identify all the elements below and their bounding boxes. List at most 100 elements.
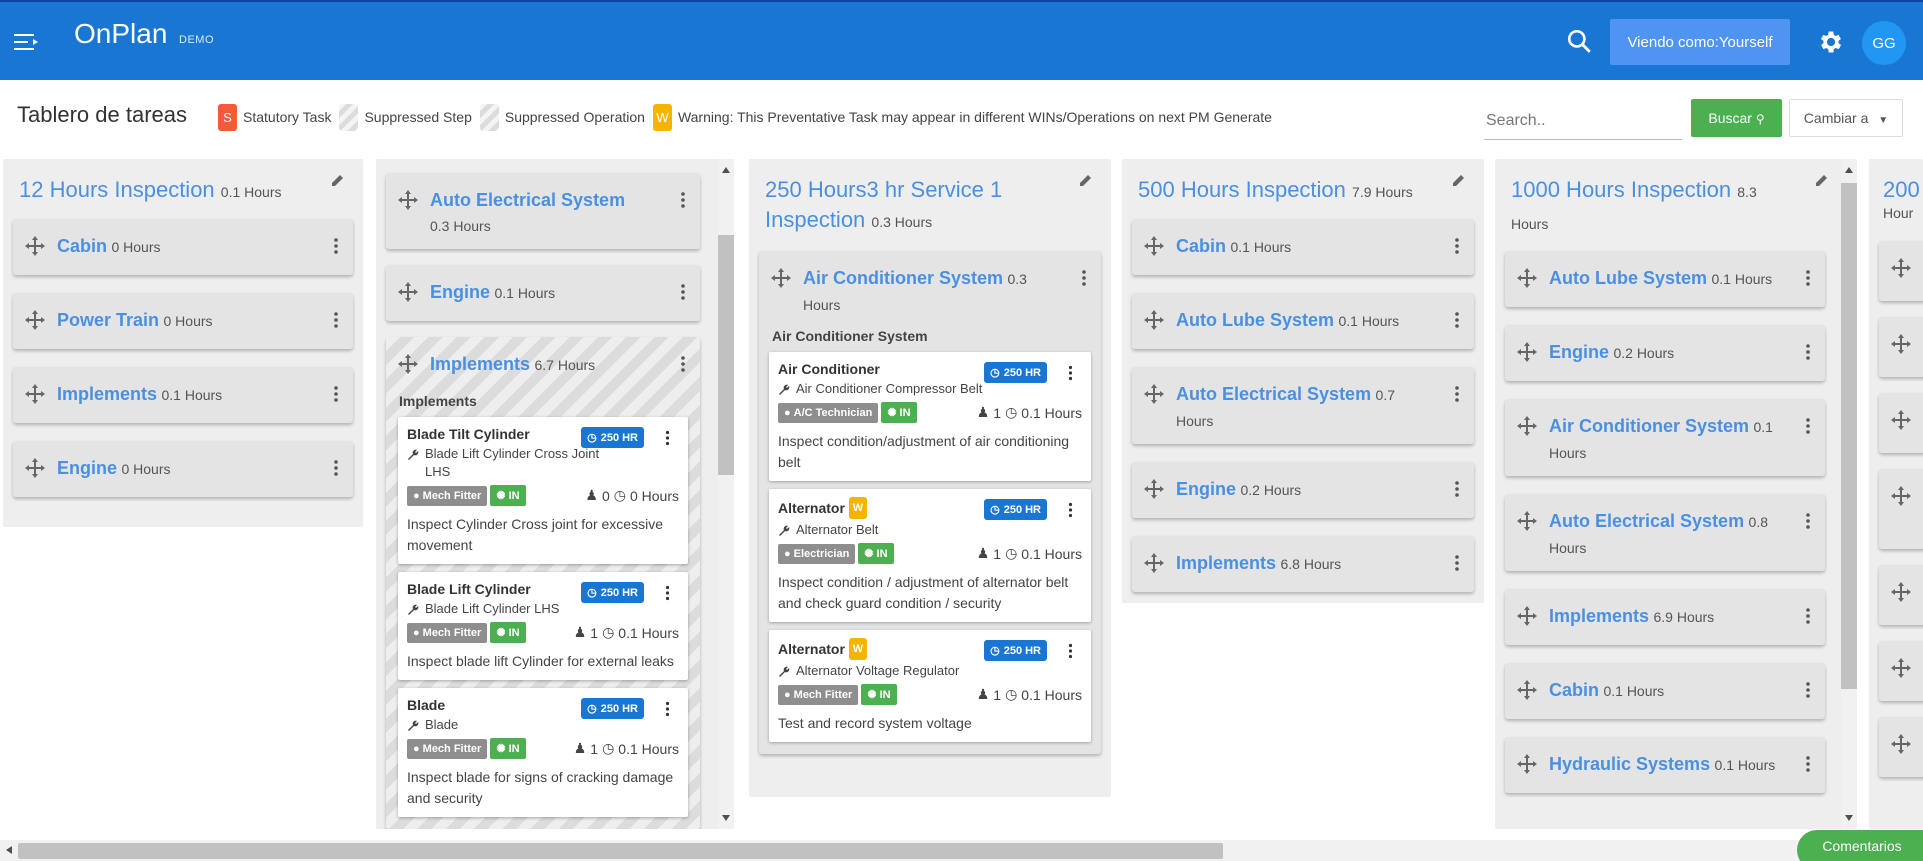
system-card[interactable]: Engine 0.2 Hours xyxy=(1505,325,1825,381)
scrollbar-thumb[interactable] xyxy=(18,843,1223,859)
task-meta: ● A/C Technician ✺ IN ♟ 1 ◷ 0.1 Hours xyxy=(778,402,1082,423)
system-card[interactable]: Auto Lube System 0.1 Hours xyxy=(1132,293,1474,349)
system-card[interactable] xyxy=(1879,317,1923,377)
move-icon[interactable] xyxy=(1890,257,1912,279)
more-vert-icon[interactable] xyxy=(1068,643,1073,659)
move-icon[interactable] xyxy=(1890,409,1912,431)
task-card[interactable]: Blade Tilt Cylinder ◷ 250 HR Blade Lift C… xyxy=(398,417,688,564)
pencil-icon[interactable] xyxy=(1079,173,1093,187)
move-icon[interactable] xyxy=(1890,485,1912,507)
column-title[interactable]: 250 Hours3 hr Service 1 Inspection 0.3 H… xyxy=(759,175,1101,237)
change-view-dropdown[interactable]: Cambiar a ▼ xyxy=(1789,99,1903,137)
more-vert-icon[interactable] xyxy=(665,430,670,446)
system-card[interactable]: Cabin 0.1 Hours xyxy=(1132,219,1474,275)
system-card[interactable]: Engine 0.1 Hours xyxy=(386,265,700,321)
system-card[interactable]: Auto Electrical System 0.3 Hours xyxy=(386,173,700,249)
more-vert-icon[interactable] xyxy=(680,355,686,373)
system-card[interactable]: Implements 6.8 Hours xyxy=(1132,536,1474,592)
system-card[interactable] xyxy=(1879,241,1923,301)
task-card[interactable]: Alternator W ◷ 250 HR Alternator Belt ● Ele… xyxy=(769,489,1091,622)
column-title[interactable]: 500 Hours Inspection 7.9 Hours xyxy=(1132,175,1474,207)
column-title[interactable]: 200 xyxy=(1883,175,1923,205)
column-scrollbar[interactable] xyxy=(1841,159,1857,829)
user-avatar[interactable]: GG xyxy=(1862,21,1906,65)
system-card[interactable]: Cabin 0.1 Hours xyxy=(1505,663,1825,719)
system-card[interactable]: Air Conditioner System 0.3 Hours Air Con… xyxy=(759,251,1101,754)
column-title[interactable]: 12 Hours Inspection 0.1 Hours xyxy=(13,175,353,207)
board-horizontal-scrollbar[interactable] xyxy=(0,840,1923,861)
in-badge: ✺ IN xyxy=(881,402,917,423)
system-card[interactable] xyxy=(1879,393,1923,453)
scroll-up-icon[interactable] xyxy=(721,165,731,175)
more-vert-icon[interactable] xyxy=(1454,311,1460,329)
system-card[interactable]: Engine 0 Hours xyxy=(13,441,353,497)
system-card[interactable] xyxy=(1879,641,1923,701)
more-vert-icon[interactable] xyxy=(1454,480,1460,498)
more-vert-icon[interactable] xyxy=(680,191,686,209)
system-card[interactable]: Auto Electrical System 0.8 Hours xyxy=(1505,494,1825,571)
more-vert-icon[interactable] xyxy=(1805,607,1811,625)
pencil-icon[interactable] xyxy=(331,173,345,187)
system-card[interactable]: Auto Lube System 0.1 Hours xyxy=(1505,251,1825,307)
menu-icon[interactable] xyxy=(14,32,40,52)
gear-icon[interactable] xyxy=(1817,28,1845,56)
system-card[interactable] xyxy=(1879,469,1923,549)
move-icon[interactable] xyxy=(1890,333,1912,355)
scroll-left-icon[interactable] xyxy=(4,845,14,855)
column-title[interactable]: 1000 Hours Inspection 8.3 Hours xyxy=(1505,175,1825,239)
scroll-up-icon[interactable] xyxy=(1844,165,1854,175)
move-icon[interactable] xyxy=(1890,581,1912,603)
pencil-icon[interactable] xyxy=(1815,173,1829,187)
more-vert-icon[interactable] xyxy=(1805,417,1811,435)
more-vert-icon[interactable] xyxy=(1454,237,1460,255)
more-vert-icon[interactable] xyxy=(1805,269,1811,287)
system-card[interactable] xyxy=(1879,717,1923,777)
scrollbar-thumb[interactable] xyxy=(718,235,734,475)
search-input[interactable] xyxy=(1484,104,1682,138)
move-icon[interactable] xyxy=(1890,733,1912,755)
system-card[interactable]: Auto Electrical System 0.7 Hours xyxy=(1132,367,1474,444)
task-card[interactable]: Blade ◷ 250 HR Blade ● Mech Fitter ✺ IN ♟ 1 ◷ 0.… xyxy=(398,688,688,817)
more-vert-icon[interactable] xyxy=(333,311,339,329)
more-vert-icon[interactable] xyxy=(1805,512,1811,530)
scroll-down-icon[interactable] xyxy=(721,813,731,823)
system-card[interactable]: Cabin 0 Hours xyxy=(13,219,353,275)
viewing-as-button[interactable]: Viendo como:Yourself xyxy=(1610,19,1790,65)
more-vert-icon[interactable] xyxy=(333,385,339,403)
task-hours: 0.1 Hours xyxy=(1021,686,1082,703)
more-vert-icon[interactable] xyxy=(665,701,670,717)
system-card-suppressed[interactable]: Implements 6.7 Hours Implements Blade Ti… xyxy=(386,337,700,829)
task-card[interactable]: Blade Lift Cylinder ◷ 250 HR Blade Lift C… xyxy=(398,572,688,680)
more-vert-icon[interactable] xyxy=(1454,554,1460,572)
column-scrollbar[interactable] xyxy=(718,159,734,829)
scrollbar-thumb[interactable] xyxy=(1841,183,1857,689)
more-vert-icon[interactable] xyxy=(1805,755,1811,773)
comments-button[interactable]: Comentarios xyxy=(1797,830,1923,861)
task-card[interactable]: Air Conditioner ◷ 250 HR Air Conditioner … xyxy=(769,352,1091,481)
search-button[interactable]: Buscar ⚲ xyxy=(1691,99,1782,137)
more-vert-icon[interactable] xyxy=(680,283,686,301)
more-vert-icon[interactable] xyxy=(333,459,339,477)
task-hours: 0.1 Hours xyxy=(618,740,679,757)
system-card[interactable]: Implements 0.1 Hours xyxy=(13,367,353,423)
search-icon[interactable] xyxy=(1566,28,1592,54)
system-card[interactable]: Hydraulic Systems 0.1 Hours xyxy=(1505,737,1825,793)
more-vert-icon[interactable] xyxy=(1805,681,1811,699)
more-vert-icon[interactable] xyxy=(333,237,339,255)
system-card[interactable]: Implements 6.9 Hours xyxy=(1505,589,1825,645)
more-vert-icon[interactable] xyxy=(1454,385,1460,403)
more-vert-icon[interactable] xyxy=(1805,343,1811,361)
more-vert-icon[interactable] xyxy=(665,585,670,601)
more-vert-icon[interactable] xyxy=(1068,502,1073,518)
move-icon[interactable] xyxy=(1890,657,1912,679)
task-card[interactable]: Alternator W ◷ 250 HR Alternator Voltage R… xyxy=(769,630,1091,742)
system-card[interactable]: Engine 0.2 Hours xyxy=(1132,462,1474,518)
scroll-down-icon[interactable] xyxy=(1844,813,1854,823)
more-vert-icon[interactable] xyxy=(1081,269,1087,287)
more-vert-icon[interactable] xyxy=(1068,365,1073,381)
system-card[interactable] xyxy=(1879,565,1923,625)
brand-logo[interactable]: OnPlan xyxy=(74,18,167,50)
system-card[interactable]: Air Conditioner System 0.1 Hours xyxy=(1505,399,1825,476)
system-card[interactable]: Power Train 0 Hours xyxy=(13,293,353,349)
pencil-icon[interactable] xyxy=(1452,173,1466,187)
